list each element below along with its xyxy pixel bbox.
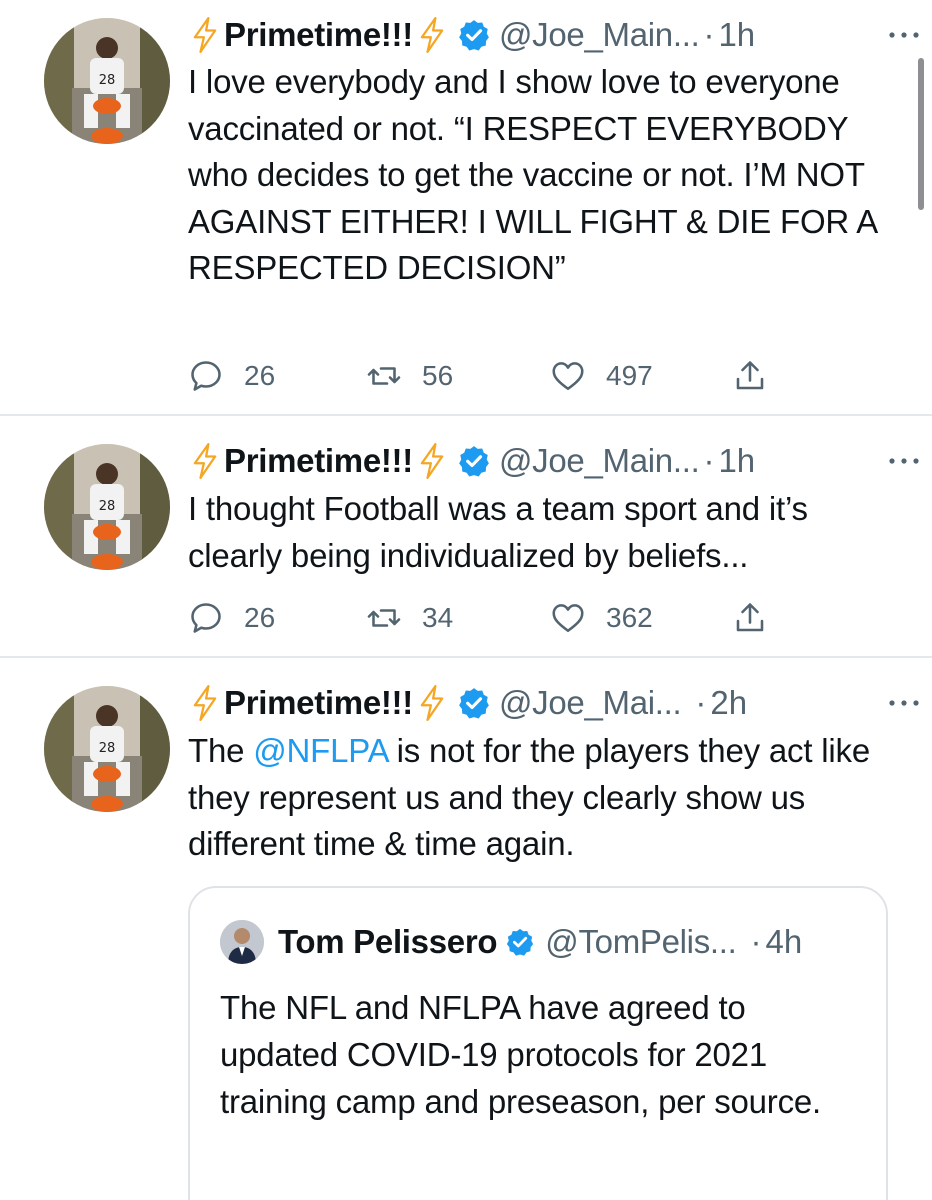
retweet-icon [367, 367, 401, 385]
reply-icon [191, 603, 221, 633]
retweet-icon [367, 609, 401, 627]
timestamp[interactable]: 2h [710, 684, 747, 722]
svg-text:28: 28 [99, 741, 116, 756]
display-name[interactable]: Primetime!!! [224, 16, 413, 54]
more-options-icon[interactable] [886, 446, 922, 476]
avatar[interactable]: 28 [44, 18, 170, 144]
more-options-icon[interactable] [886, 688, 922, 718]
verified-badge-icon [457, 686, 491, 720]
tweet-text: The @NFLPA is not for the players they a… [188, 728, 908, 868]
retweet-button[interactable]: 34 [366, 598, 453, 638]
reply-icon [191, 361, 221, 391]
display-name[interactable]: Primetime!!! [224, 684, 413, 722]
quoted-avatar[interactable] [220, 920, 264, 964]
quoted-tweet[interactable]: Tom Pelissero @TomPelis... · 4h The NFL … [188, 886, 888, 1200]
display-name[interactable]: Primetime!!! [224, 442, 413, 480]
quoted-display-name[interactable]: Tom Pelissero [278, 923, 498, 961]
lightning-bolt-icon [417, 443, 447, 479]
separator-dot: · [695, 684, 707, 721]
handle[interactable]: @Joe_Main... [499, 442, 700, 480]
lightning-bolt-icon [417, 17, 447, 53]
quoted-handle[interactable]: @TomPelis... [545, 923, 737, 961]
scrollbar[interactable] [918, 58, 924, 210]
share-button[interactable] [732, 598, 788, 638]
mention-link[interactable]: @NFLPA [253, 732, 388, 769]
timestamp[interactable]: 1h [718, 442, 755, 480]
tweet-divider [0, 656, 932, 658]
timestamp[interactable]: 1h [718, 16, 755, 54]
lightning-bolt-icon [190, 443, 220, 479]
verified-badge-icon [457, 444, 491, 478]
lightning-bolt-icon [190, 17, 220, 53]
separator-dot: · [703, 16, 715, 53]
heart-icon [552, 362, 584, 391]
avatar[interactable]: 28 [44, 444, 170, 570]
tweet-header: Primetime!!! @Joe_Mai... · 2h [190, 680, 922, 726]
svg-text:28: 28 [99, 499, 116, 514]
like-button[interactable]: 497 [550, 356, 653, 396]
share-button[interactable] [732, 356, 788, 396]
like-button[interactable]: 362 [550, 598, 653, 638]
retweet-button[interactable]: 56 [366, 356, 453, 396]
reply-count: 26 [244, 360, 276, 391]
tweet-text: I love everybody and I show love to ever… [188, 63, 877, 286]
lightning-bolt-icon [190, 685, 220, 721]
avatar-image: 28 [44, 686, 170, 812]
tweet-divider [0, 414, 932, 416]
handle[interactable]: @Joe_Main... [499, 16, 700, 54]
heart-icon [552, 604, 584, 633]
share-icon [736, 603, 764, 632]
svg-text:28: 28 [99, 73, 116, 88]
separator-dot: · [703, 442, 715, 479]
tweet-actions: 26 34 362 [188, 598, 788, 638]
lightning-bolt-icon [417, 685, 447, 721]
reply-count: 26 [244, 602, 276, 633]
like-count: 497 [606, 360, 653, 391]
retweet-count: 56 [422, 360, 454, 391]
reply-button[interactable]: 26 [188, 598, 275, 638]
quoted-tweet-header: Tom Pelissero @TomPelis... · 4h [220, 920, 802, 964]
verified-badge-icon [505, 927, 535, 957]
tweet-text-part: The [188, 732, 254, 769]
share-icon [736, 361, 764, 390]
separator-dot: · [750, 923, 762, 960]
more-options-icon[interactable] [886, 20, 922, 50]
verified-badge-icon [457, 18, 491, 52]
like-count: 362 [606, 602, 653, 633]
quoted-tweet-text: The NFL and NFLPA have agreed to updated… [220, 989, 822, 1120]
avatar-image: 28 [44, 18, 170, 144]
avatar[interactable]: 28 [44, 686, 170, 812]
retweet-count: 34 [422, 602, 454, 633]
tweet-header: Primetime!!! @Joe_Main... · 1h [190, 438, 922, 484]
tweet-actions: 26 56 497 [188, 356, 788, 396]
reply-button[interactable]: 26 [188, 356, 275, 396]
handle[interactable]: @Joe_Mai... [499, 684, 682, 722]
avatar-image: 28 [44, 444, 170, 570]
tweet-header: Primetime!!! @Joe_Main... · 1h [190, 12, 922, 58]
quoted-timestamp[interactable]: 4h [766, 923, 803, 961]
quoted-avatar-image [220, 920, 264, 964]
tweet-text: I thought Football was a team sport and … [188, 490, 808, 574]
